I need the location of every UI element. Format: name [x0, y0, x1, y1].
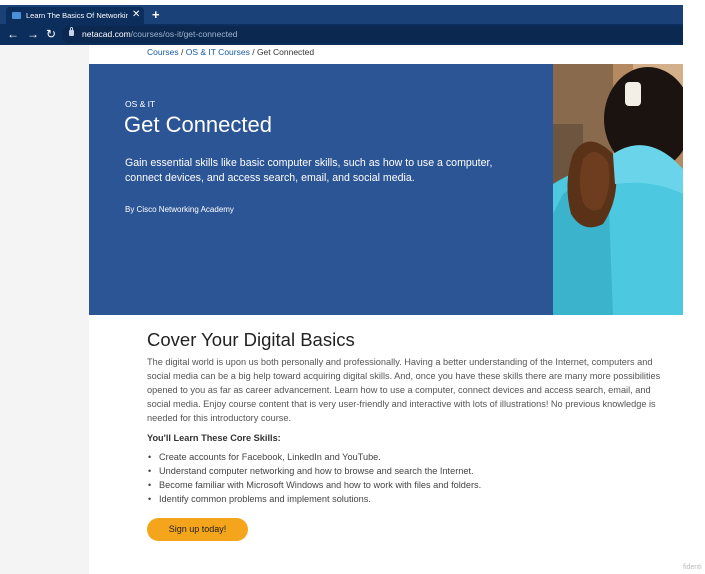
hero-banner: OS & IT Get Connected Gain essential ski…	[89, 64, 683, 315]
hero-category: OS & IT	[125, 99, 156, 109]
breadcrumb-separator: /	[249, 47, 257, 57]
tab-bar: Learn The Basics Of Networking : ✕ +	[0, 5, 683, 24]
new-tab-icon[interactable]: +	[152, 8, 160, 21]
course-description: The digital world is upon us both person…	[147, 357, 661, 423]
skills-list: Create accounts for Facebook, LinkedIn a…	[147, 450, 481, 506]
url-path: /courses/os-it/get-connected	[130, 29, 238, 39]
tab-close-icon[interactable]: ✕	[132, 8, 140, 22]
breadcrumb-current: Get Connected	[256, 47, 315, 57]
favicon-icon	[12, 12, 21, 19]
breadcrumb-link-courses[interactable]: Courses	[147, 47, 179, 57]
url-text: netacad.com/courses/os-it/get-connected	[82, 28, 237, 41]
right-gutter	[683, 0, 705, 574]
sign-up-button[interactable]: Sign up today!	[147, 518, 248, 541]
back-arrow-icon[interactable]: ←	[7, 27, 19, 41]
forward-arrow-icon[interactable]: →	[27, 27, 39, 41]
reload-icon[interactable]: ↻	[46, 27, 56, 41]
page-title: Get Connected	[124, 112, 272, 137]
section-title: Cover Your Digital Basics	[147, 329, 355, 350]
watermark: fidenti	[683, 564, 702, 571]
browser-tab[interactable]: Learn The Basics Of Networking : ✕	[6, 7, 144, 24]
skill-item: Become familiar with Microsoft Windows a…	[147, 478, 481, 492]
lock-icon	[69, 27, 74, 36]
breadcrumb: Courses / OS & IT Courses / Get Connecte…	[147, 46, 314, 58]
skill-item: Create accounts for Facebook, LinkedIn a…	[147, 450, 481, 464]
hero-photo	[553, 64, 683, 315]
left-gutter	[0, 45, 89, 574]
navigation-bar: ← → ↻ netacad.com/courses/os-it/get-conn…	[0, 24, 683, 45]
hero-description: Gain essential skills like basic compute…	[125, 157, 493, 184]
tab-title: Learn The Basics Of Networking :	[26, 11, 128, 20]
skill-item: Identify common problems and implement s…	[147, 492, 481, 506]
hero-byline: By Cisco Networking Academy	[125, 205, 234, 214]
skill-item: Understand computer networking and how t…	[147, 464, 481, 478]
url-host: netacad.com	[82, 29, 131, 39]
skills-heading: You'll Learn These Core Skills:	[147, 433, 281, 443]
address-bar[interactable]: netacad.com/courses/os-it/get-connected	[62, 26, 683, 43]
breadcrumb-separator: /	[178, 47, 186, 57]
breadcrumb-link-os-it[interactable]: OS & IT Courses	[186, 47, 250, 57]
